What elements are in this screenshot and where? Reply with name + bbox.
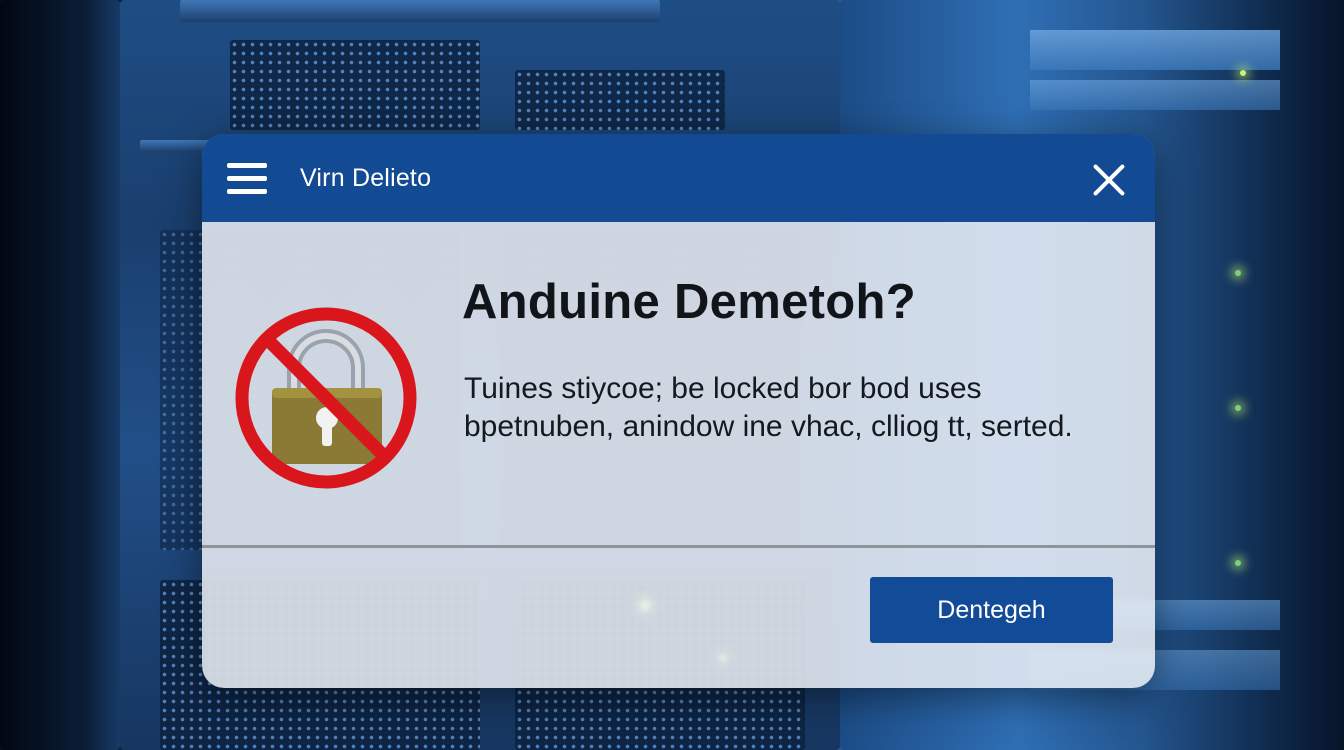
hamburger-menu-icon[interactable] (227, 161, 267, 195)
divider (202, 545, 1155, 548)
dialog-content: Anduine Demetoh? Tuines stiycoe; be lock… (202, 222, 1155, 688)
close-icon[interactable] (1091, 162, 1127, 198)
window-title: Virn Delieto (300, 164, 432, 192)
locked-prohibited-icon (235, 307, 417, 489)
dialog-heading: Anduine Demetoh? (462, 275, 916, 329)
primary-action-button[interactable]: Dentegeh (870, 577, 1113, 643)
dialog-titlebar: Virn Delieto (202, 134, 1155, 222)
lock-warning-dialog: Virn Delieto Anduine Demetoh? Tuines sti… (202, 134, 1155, 688)
background-rack-edge (0, 0, 120, 750)
screen: Virn Delieto Anduine Demetoh? Tuines sti… (0, 0, 1344, 750)
dialog-message: Tuines stiycoe; be locked bor bod uses b… (464, 372, 1073, 443)
